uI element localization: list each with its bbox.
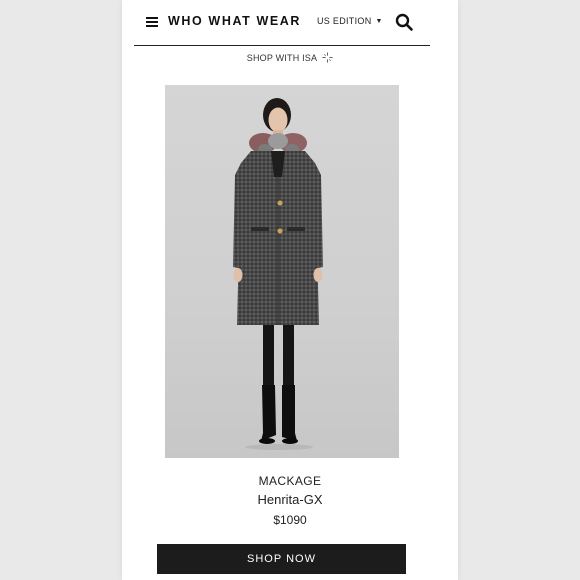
product-price: $1090 [273, 513, 307, 527]
hamburger-menu-icon[interactable] [146, 17, 158, 27]
edition-label: US EDITION [317, 16, 372, 26]
shop-with-isa-label: SHOP WITH ISA [246, 52, 318, 63]
product-brand: MACKAGE [258, 474, 322, 488]
site-header: WHO WHAT WEAR US EDITION ▼ [134, 0, 430, 46]
page-container: WHO WHAT WEAR US EDITION ▼ SHOP WITH ISA [122, 0, 458, 580]
model-illustration [233, 98, 323, 450]
edition-selector[interactable]: US EDITION ▼ [317, 16, 383, 26]
site-logo[interactable]: WHO WHAT WEAR [168, 14, 301, 28]
sparkle-icon [322, 52, 333, 63]
shop-with-isa-link[interactable]: SHOP WITH ISA [122, 52, 458, 63]
shop-now-button[interactable]: SHOP NOW [157, 544, 406, 574]
product-name[interactable]: Henrita-GX [122, 492, 458, 507]
search-icon[interactable] [394, 12, 414, 32]
product-image[interactable] [165, 85, 399, 458]
caret-down-icon: ▼ [375, 17, 383, 25]
